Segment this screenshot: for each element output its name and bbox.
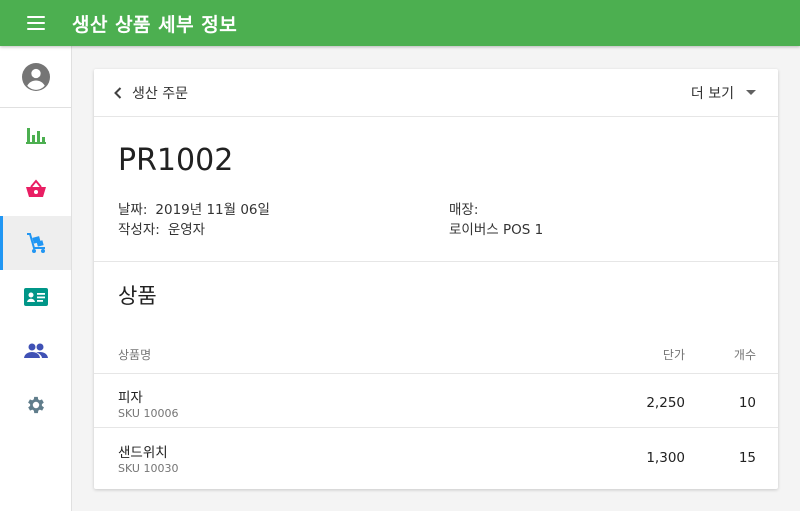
product-price: 1,300 — [646, 450, 685, 466]
products-table-header: 상품명 단가 개수 — [94, 330, 778, 374]
products-title: 상품 — [118, 284, 157, 308]
product-sku: SKU 10030 — [118, 462, 179, 475]
table-row[interactable]: 피자 SKU 10006 2,250 10 — [94, 374, 778, 428]
order-meta-left: 날짜: 2019년 11월 06일 작성자: 운영자 — [118, 200, 270, 240]
sidebar-item-settings[interactable] — [0, 378, 71, 432]
order-id: PR1002 — [118, 143, 234, 178]
date-value: 2019년 11월 06일 — [155, 202, 270, 218]
caret-down-icon — [746, 90, 756, 95]
sidebar — [0, 46, 72, 511]
sidebar-avatar[interactable] — [0, 46, 71, 108]
sidebar-item-sales[interactable] — [0, 162, 71, 216]
store-value: 로이버스 POS 1 — [449, 222, 544, 238]
id-card-icon — [23, 288, 48, 306]
column-header-qty: 개수 — [733, 348, 756, 362]
sidebar-item-production[interactable] — [0, 216, 71, 270]
store-label: 매장: — [449, 202, 479, 218]
product-qty: 15 — [738, 450, 756, 466]
people-icon — [23, 343, 48, 358]
product-name: 피자 — [118, 390, 143, 406]
product-price: 2,250 — [646, 395, 685, 411]
page-title: 생산 상품 세부 정보 — [72, 13, 238, 36]
author-label: 작성자: — [118, 222, 160, 238]
back-to-production-orders-link[interactable]: 생산 주문 — [114, 83, 188, 103]
column-header-price: 단가 — [662, 348, 685, 362]
chevron-left-icon — [114, 86, 122, 99]
table-row[interactable]: 샌드위치 SKU 10030 1,300 15 — [94, 429, 778, 483]
sidebar-item-employees[interactable] — [0, 324, 71, 378]
product-name: 샌드위치 — [118, 445, 168, 461]
date-label: 날짜: — [118, 202, 148, 218]
order-meta-right: 매장: 로이버스 POS 1 — [449, 200, 543, 240]
bar-chart-icon — [25, 128, 46, 144]
card-header: 생산 주문 더 보기 — [94, 69, 778, 117]
production-detail-card: 생산 주문 더 보기 PR1002 날짜: 2019년 11월 06일 작성자:… — [94, 69, 778, 489]
column-header-name: 상품명 — [118, 348, 152, 362]
account-circle-icon — [21, 62, 50, 91]
sidebar-item-customers[interactable] — [0, 270, 71, 324]
hamburger-menu-icon — [27, 16, 45, 30]
author-value: 운영자 — [167, 222, 206, 238]
back-link-label: 생산 주문 — [132, 85, 188, 102]
settings-gear-icon — [27, 396, 44, 414]
product-sku: SKU 10006 — [118, 407, 179, 420]
app-bar: 생산 상품 세부 정보 — [0, 0, 800, 46]
more-menu-button[interactable]: 더 보기 — [691, 83, 756, 103]
more-menu-label: 더 보기 — [690, 85, 734, 102]
product-qty: 10 — [738, 395, 756, 411]
hand-truck-icon — [26, 233, 45, 253]
order-summary: PR1002 — [94, 117, 778, 262]
menu-button[interactable] — [0, 0, 72, 46]
shopping-basket-icon — [25, 179, 46, 197]
sidebar-item-reports[interactable] — [0, 108, 71, 162]
